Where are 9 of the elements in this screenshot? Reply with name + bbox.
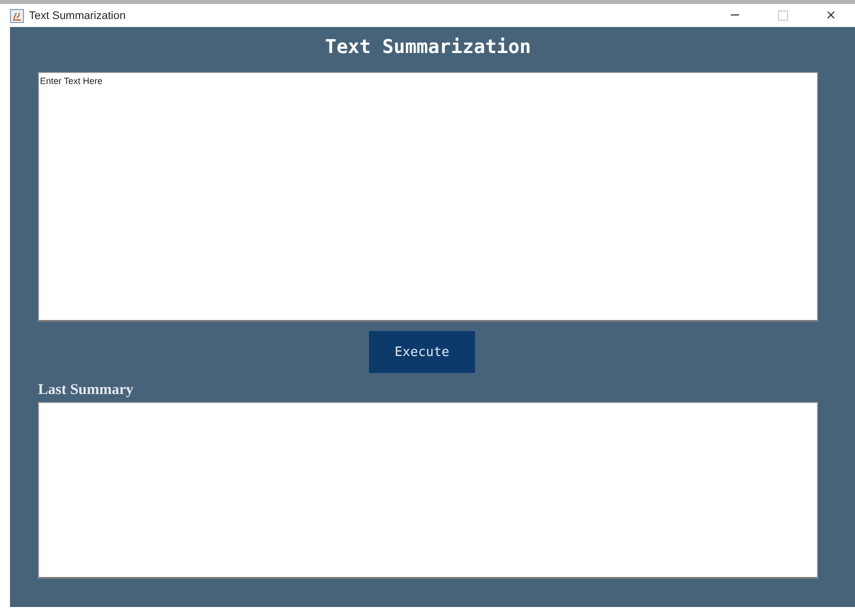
input-field[interactable]: Enter Text Here (38, 72, 818, 322)
minimize-button[interactable]: − (711, 4, 759, 26)
summary-box[interactable] (38, 402, 818, 579)
close-button[interactable]: × (807, 4, 855, 26)
app-heading: Text Summarization (325, 35, 531, 59)
execute-button[interactable]: Execute (369, 331, 475, 373)
summary-label: Last Summary (38, 382, 134, 399)
window-title: Text Summarization (29, 10, 127, 22)
app-icon (10, 8, 24, 22)
